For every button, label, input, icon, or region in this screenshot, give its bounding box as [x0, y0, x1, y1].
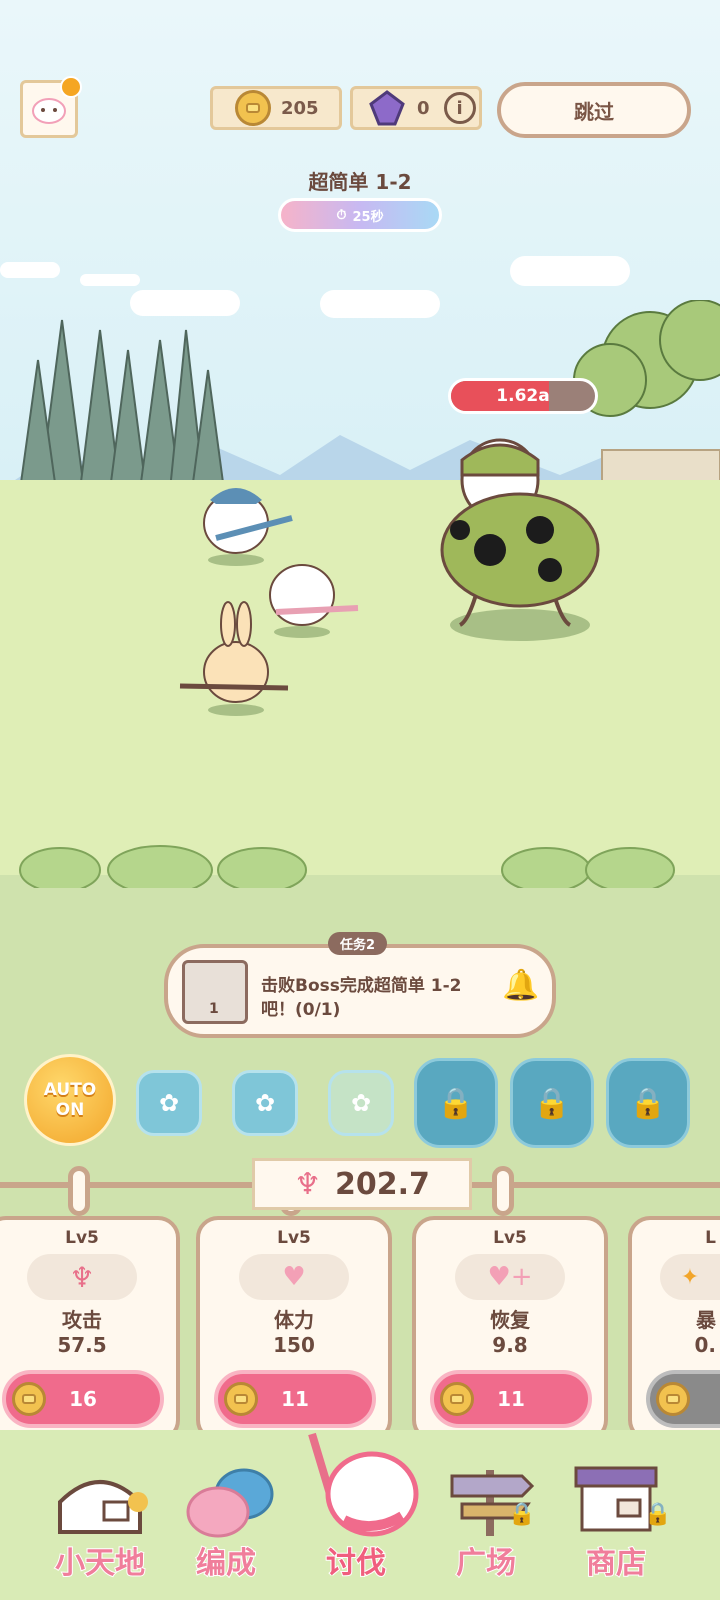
timer-text: 25秒 — [352, 209, 384, 225]
card-value: 9.8 — [492, 1333, 528, 1357]
gem-amount: 0 — [417, 97, 430, 119]
nav-label: 编成 — [195, 1545, 257, 1582]
cloud — [0, 262, 60, 278]
coin-amount: 205 — [281, 97, 319, 119]
nav-label: 商店 — [585, 1545, 647, 1582]
stage-timer: ⏱ 25秒 — [278, 198, 442, 232]
nav-item-home[interactable]: 小天地 — [30, 1440, 170, 1600]
upgrade-card-recovery: Lv5 ♥+ 恢复 9.8 11 — [412, 1216, 608, 1442]
card-name: 暴 — [696, 1308, 716, 1332]
cloud — [510, 256, 630, 286]
hero-slot-1[interactable]: ✿ — [136, 1070, 202, 1136]
upgrade-card-attack: Lv5 ♆ 攻击 57.5 16 — [0, 1216, 180, 1442]
upgrade-cost: 11 — [281, 1387, 309, 1411]
auto-label: AUTO — [43, 1080, 97, 1100]
lock-icon: 🔒 — [437, 1085, 475, 1121]
upgrade-button[interactable]: 16 — [2, 1370, 164, 1428]
stage-title: 超简单 1-2 — [308, 170, 412, 194]
battle-icon — [308, 1432, 419, 1537]
signpost-icon — [450, 1470, 535, 1536]
hero-slot-2[interactable]: ✿ — [232, 1070, 298, 1136]
shop-icon — [574, 1466, 658, 1532]
card-level: L — [705, 1228, 716, 1248]
lock-icon: 🔒 — [508, 1502, 536, 1527]
coin-icon — [235, 90, 271, 126]
cat-hero-icon: ✿ — [158, 1089, 180, 1117]
card-level: Lv5 — [65, 1228, 99, 1248]
card-value: 0. — [694, 1333, 716, 1357]
bear-hero-icon: ✿ — [254, 1089, 276, 1117]
hero-rabbit — [179, 601, 289, 716]
gem-icon — [369, 90, 405, 126]
card-name: 体力 — [274, 1308, 314, 1332]
locked-slot-1[interactable]: 🔒 — [414, 1058, 498, 1148]
task-panel[interactable]: 任务2 1 击败Boss完成超简单 1-2吧！(0/1) 🔔 — [164, 932, 556, 1038]
nav-label: 广场 — [455, 1545, 517, 1582]
upgrade-card-stamina: Lv5 ♥ 体力 150 11 — [196, 1216, 392, 1442]
info-icon[interactable]: i — [443, 92, 476, 124]
task-icon: 1 — [182, 960, 248, 1024]
card-level: Lv5 — [277, 1228, 311, 1248]
attack-icon: ♆ — [27, 1254, 137, 1300]
stopwatch-icon: ⏱ — [336, 207, 347, 223]
upgrade-card-critical: L ✦ 暴 0. — [628, 1216, 720, 1442]
heart-plus-icon: ♥+ — [455, 1254, 565, 1300]
cat-face-icon — [32, 98, 66, 124]
card-value: 57.5 — [57, 1333, 107, 1357]
cloud — [80, 274, 140, 286]
team-power: ♆ 202.7 — [252, 1158, 472, 1210]
clip — [492, 1166, 514, 1216]
card-value: 150 — [273, 1333, 315, 1357]
task-badge: 任务2 — [328, 932, 388, 955]
lock-icon: 🔒 — [629, 1085, 667, 1121]
team-icon — [186, 1468, 274, 1538]
upgrade-button[interactable]: 11 — [430, 1370, 592, 1428]
gem-counter: 0 i — [350, 86, 482, 130]
clip — [68, 1166, 90, 1216]
coin-icon — [224, 1382, 258, 1416]
task-text: 击败Boss完成超简单 1-2吧！(0/1) — [261, 976, 462, 1020]
upgrade-button-disabled[interactable] — [646, 1370, 720, 1428]
notification-dot — [60, 76, 82, 98]
house-icon — [58, 1480, 148, 1534]
coin-icon — [12, 1382, 46, 1416]
critical-icon: ✦ — [660, 1254, 720, 1300]
power-icon: ♆ — [294, 1166, 321, 1202]
nav-item-plaza[interactable]: 🔒 广场 — [416, 1440, 556, 1600]
power-value: 202.7 — [335, 1166, 430, 1202]
nav-item-battle[interactable]: 讨伐 — [286, 1416, 426, 1600]
nav-item-shop[interactable]: 🔒 商店 — [546, 1440, 686, 1600]
locked-slot-3[interactable]: 🔒 — [606, 1058, 690, 1148]
hero-slot-3[interactable]: ✿ — [328, 1070, 394, 1136]
nav-item-team[interactable]: 编成 — [156, 1440, 296, 1600]
locked-slot-2[interactable]: 🔒 — [510, 1058, 594, 1148]
card-name: 攻击 — [62, 1308, 102, 1332]
boss-hp-text: 1.62a — [496, 386, 550, 406]
upgrade-cost: 16 — [69, 1387, 97, 1411]
bushes — [19, 845, 675, 888]
upgrade-cost: 11 — [497, 1387, 525, 1411]
nav-label: 小天地 — [54, 1545, 146, 1582]
lock-icon: 🔒 — [533, 1085, 571, 1121]
coin-icon — [440, 1382, 474, 1416]
rabbit-hero-icon: ✿ — [350, 1089, 372, 1117]
auto-state: ON — [55, 1100, 85, 1120]
ladybug-boss — [440, 438, 600, 641]
nav-label: 讨伐 — [325, 1545, 387, 1582]
coin-icon — [656, 1382, 690, 1416]
skip-button[interactable]: 跳过 — [497, 82, 691, 138]
heart-icon: ♥ — [239, 1254, 349, 1300]
coin-counter: 205 — [210, 86, 342, 130]
bell-icon[interactable]: 🔔 — [502, 968, 539, 1003]
card-level: Lv5 — [493, 1228, 527, 1248]
auto-toggle-button[interactable]: AUTO ON — [24, 1054, 116, 1146]
card-name: 恢复 — [490, 1308, 530, 1332]
lock-icon: 🔒 — [644, 1502, 672, 1527]
task-icon-count: 1 — [209, 1001, 219, 1017]
